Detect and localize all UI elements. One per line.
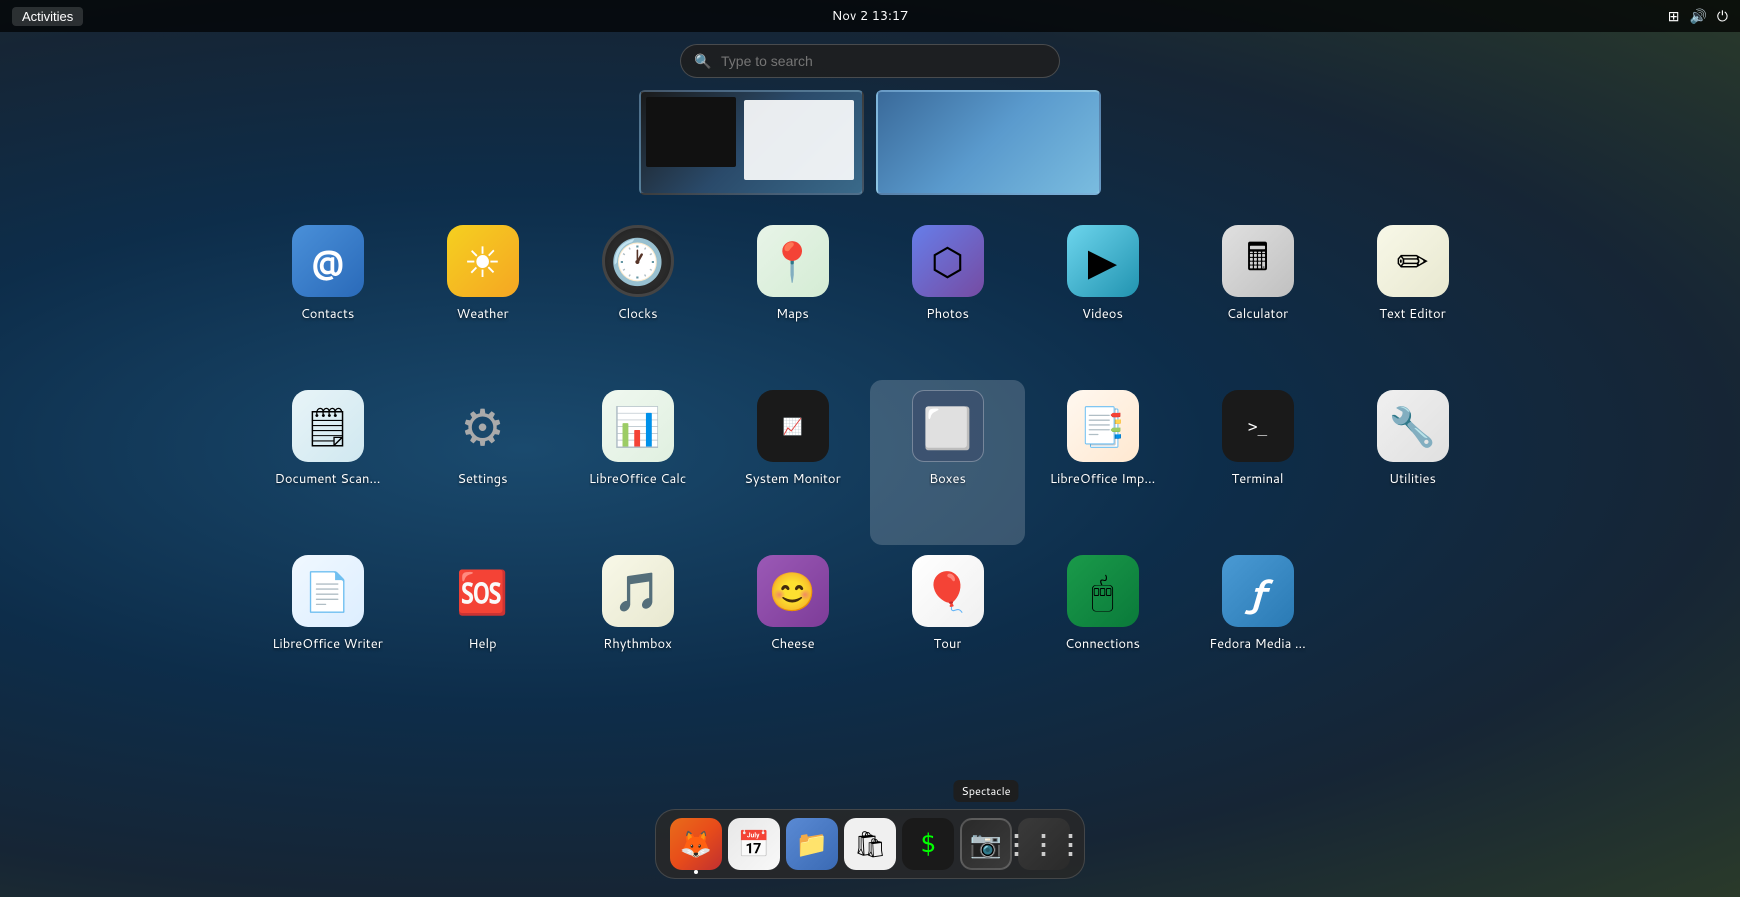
app-icon-photos[interactable]: ⬡ Photos <box>870 215 1025 380</box>
system-tray: ⊞ 🔊 ⏻ <box>1668 6 1728 26</box>
videos-icon: ▶ <box>1067 225 1139 297</box>
app-icon-help[interactable]: 🆘 Help <box>405 545 560 710</box>
tour-icon: 🎈 <box>912 555 984 627</box>
app-label-fedora-media: Fedora Media ... <box>1209 635 1306 653</box>
app-label-system-monitor: System Monitor <box>744 470 840 488</box>
app-icon-clocks[interactable]: 🕐 Clocks <box>560 215 715 380</box>
calculator-icon: 🖩 <box>1222 225 1294 297</box>
app-icon-boxes[interactable]: ⬜ Boxes <box>870 380 1025 545</box>
dock-icon-software[interactable]: 🛍 <box>844 818 896 870</box>
app-label-libreoffice-calc: LibreOffice Calc <box>589 470 686 488</box>
window-preview-right[interactable] <box>876 90 1101 195</box>
dock-icon-terminal-dock[interactable]: $ <box>902 818 954 870</box>
app-label-photos: Photos <box>926 305 969 323</box>
app-label-connections: Connections <box>1065 635 1140 653</box>
dock-icon-calendar[interactable]: 📅 <box>728 818 780 870</box>
search-icon: 🔍 <box>694 51 711 71</box>
app-icon-contacts[interactable]: @ Contacts <box>250 215 405 380</box>
app-icon-connections[interactable]: 🖱 Connections <box>1025 545 1180 710</box>
spectacle-icon: 📷 <box>970 826 1002 862</box>
app-icon-settings[interactable]: ⚙ Settings <box>405 380 560 545</box>
app-label-libreoffice-impress: LibreOffice Imp... <box>1050 470 1155 488</box>
app-label-contacts: Contacts <box>301 305 355 323</box>
search-container: 🔍 <box>680 44 1060 78</box>
app-icon-system-monitor[interactable]: 📈 System Monitor <box>715 380 870 545</box>
app-icon-utilities[interactable]: 🔧 Utilities <box>1335 380 1490 545</box>
weather-icon: ☀ <box>447 225 519 297</box>
firefox-icon: 🦊 <box>680 826 712 862</box>
app-icon-text-editor[interactable]: ✏ Text Editor <box>1335 215 1490 380</box>
app-label-text-editor: Text Editor <box>1379 305 1446 323</box>
dock: 🦊📅📁🛍$📷Spectacle⋮⋮⋮ <box>655 809 1085 879</box>
window-previews <box>639 90 1101 195</box>
app-icon-cheese[interactable]: 😊 Cheese <box>715 545 870 710</box>
contacts-icon: @ <box>292 225 364 297</box>
app-icon-maps[interactable]: 📍 Maps <box>715 215 870 380</box>
dock-dot-firefox <box>694 870 698 874</box>
cheese-icon: 😊 <box>757 555 829 627</box>
grid-apps-icon: ⋮⋮⋮ <box>1004 831 1085 857</box>
clock: Nov 2 13:17 <box>832 7 909 25</box>
rhythmbox-icon: 🎵 <box>602 555 674 627</box>
libreoffice-calc-icon: 📊 <box>602 390 674 462</box>
app-label-terminal: Terminal <box>1232 470 1284 488</box>
activities-button[interactable]: Activities <box>12 7 83 26</box>
app-label-weather: Weather <box>456 305 508 323</box>
app-icon-libreoffice-calc[interactable]: 📊 LibreOffice Calc <box>560 380 715 545</box>
app-icon-videos[interactable]: ▶ Videos <box>1025 215 1180 380</box>
app-label-clocks: Clocks <box>617 305 657 323</box>
dock-icon-grid-apps[interactable]: ⋮⋮⋮ <box>1018 818 1070 870</box>
libreoffice-impress-icon: 📑 <box>1067 390 1139 462</box>
app-icon-terminal[interactable]: >_ Terminal <box>1180 380 1335 545</box>
app-label-calculator: Calculator <box>1227 305 1288 323</box>
connections-icon: 🖱 <box>1067 555 1139 627</box>
doc-scanner-icon: 🗒 <box>292 390 364 462</box>
photos-icon: ⬡ <box>912 225 984 297</box>
terminal-icon: >_ <box>1222 390 1294 462</box>
app-label-cheese: Cheese <box>770 635 814 653</box>
calendar-icon: 📅 <box>738 826 770 862</box>
settings-icon: ⚙ <box>447 390 519 462</box>
text-editor-icon: ✏ <box>1377 225 1449 297</box>
app-icon-tour[interactable]: 🎈 Tour <box>870 545 1025 710</box>
app-icon-weather[interactable]: ☀ Weather <box>405 215 560 380</box>
files-icon: 📁 <box>796 826 828 862</box>
network-icon[interactable]: ⊞ <box>1668 6 1680 26</box>
fedora-media-icon: ƒ <box>1222 555 1294 627</box>
app-label-tour: Tour <box>934 635 962 653</box>
app-icon-rhythmbox[interactable]: 🎵 Rhythmbox <box>560 545 715 710</box>
app-label-utilities: Utilities <box>1389 470 1436 488</box>
clocks-icon: 🕐 <box>602 225 674 297</box>
system-monitor-icon: 📈 <box>757 390 829 462</box>
libreoffice-writer-icon: 📄 <box>292 555 364 627</box>
app-icon-calculator[interactable]: 🖩 Calculator <box>1180 215 1335 380</box>
app-label-videos: Videos <box>1082 305 1123 323</box>
dock-icon-files[interactable]: 📁 <box>786 818 838 870</box>
dock-tooltip-spectacle: Spectacle <box>953 780 1018 802</box>
software-icon: 🛍 <box>853 826 886 862</box>
power-icon[interactable]: ⏻ <box>1717 6 1728 26</box>
app-icon-fedora-media[interactable]: ƒ Fedora Media ... <box>1180 545 1335 710</box>
app-label-help: Help <box>468 635 496 653</box>
app-label-maps: Maps <box>776 305 809 323</box>
topbar: Activities Nov 2 13:17 ⊞ 🔊 ⏻ <box>0 0 1740 32</box>
app-grid: @ Contacts ☀ Weather 🕐 Clocks 📍 Maps ⬡ Photos ▶ Vid… <box>250 215 1490 710</box>
dock-icon-firefox[interactable]: 🦊 <box>670 818 722 870</box>
utilities-icon: 🔧 <box>1377 390 1449 462</box>
window-preview-left[interactable] <box>639 90 864 195</box>
maps-icon: 📍 <box>757 225 829 297</box>
app-label-libreoffice-writer: LibreOffice Writer <box>272 635 383 653</box>
volume-icon[interactable]: 🔊 <box>1689 6 1706 26</box>
terminal-dock-icon: $ <box>920 829 936 859</box>
app-label-settings: Settings <box>457 470 507 488</box>
app-icon-libreoffice-writer[interactable]: 📄 LibreOffice Writer <box>250 545 405 710</box>
app-label-doc-scanner: Document Scan... <box>275 470 381 488</box>
help-icon: 🆘 <box>447 555 519 627</box>
app-label-rhythmbox: Rhythmbox <box>603 635 672 653</box>
boxes-icon: ⬜ <box>912 390 984 462</box>
app-icon-libreoffice-impress[interactable]: 📑 LibreOffice Imp... <box>1025 380 1180 545</box>
search-input[interactable] <box>680 44 1060 78</box>
app-icon-doc-scanner[interactable]: 🗒 Document Scan... <box>250 380 405 545</box>
app-label-boxes: Boxes <box>929 470 966 488</box>
